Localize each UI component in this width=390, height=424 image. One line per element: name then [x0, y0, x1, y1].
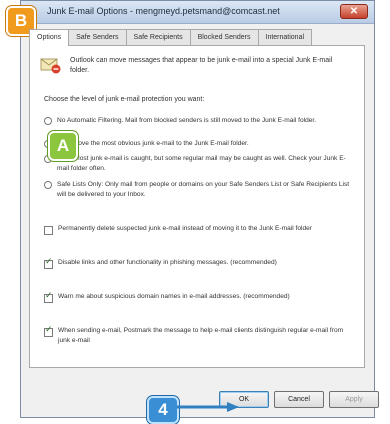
- level-safe-lists-only-label: Safe Lists Only: Only mail from people o…: [57, 181, 350, 198]
- postmark-label: When sending e-mail, Postmark the messag…: [58, 327, 344, 344]
- tab-international[interactable]: International: [257, 29, 313, 45]
- checkbox-permanently-delete[interactable]: [44, 226, 53, 235]
- apply-button[interactable]: Apply: [329, 391, 379, 408]
- level-no-filtering[interactable]: No Automatic Filtering. Mail from blocke…: [44, 116, 356, 126]
- checkbox-warn-domains[interactable]: [44, 292, 53, 303]
- tab-blocked-senders[interactable]: Blocked Senders: [189, 29, 259, 45]
- protection-level-label: Choose the level of junk e-mail protecti…: [44, 96, 205, 103]
- radio-no-filtering[interactable]: [44, 117, 52, 125]
- junk-mail-envelope-icon: [40, 58, 61, 74]
- title-bar[interactable]: Junk E-mail Options - mengmeyd.petsmand@…: [21, 1, 374, 24]
- tab-safe-recipients[interactable]: Safe Recipients: [125, 29, 191, 45]
- callout-a: A: [48, 131, 78, 161]
- level-low-label: Low: Move the most obvious junk e-mail t…: [57, 140, 249, 147]
- tab-safe-senders[interactable]: Safe Senders: [68, 29, 127, 45]
- checkbox-postmark[interactable]: [44, 326, 53, 337]
- tab-strip: Options Safe Senders Safe Recipients Blo…: [29, 29, 313, 46]
- level-no-filtering-label: No Automatic Filtering. Mail from blocke…: [57, 117, 317, 124]
- level-low[interactable]: Low: Move the most obvious junk e-mail t…: [44, 139, 356, 149]
- radio-safe-lists-only[interactable]: [44, 181, 52, 189]
- disable-links-label: Disable links and other functionality in…: [58, 259, 277, 266]
- level-high[interactable]: High: Most junk e-mail is caught, but so…: [44, 154, 356, 173]
- junk-email-options-dialog: Junk E-mail Options - mengmeyd.petsmand@…: [20, 0, 375, 418]
- cancel-button[interactable]: Cancel: [274, 391, 324, 408]
- warn-domains-label: Warn me about suspicious domain names in…: [58, 293, 290, 300]
- option-warn-domains[interactable]: Warn me about suspicious domain names in…: [44, 292, 356, 303]
- callout-step-4: 4: [147, 396, 179, 424]
- level-safe-lists-only[interactable]: Safe Lists Only: Only mail from people o…: [44, 180, 356, 199]
- option-disable-links[interactable]: Disable links and other functionality in…: [44, 258, 356, 269]
- checkbox-disable-links[interactable]: [44, 258, 53, 269]
- level-high-label: High: Most junk e-mail is caught, but so…: [57, 155, 346, 172]
- arrow-right-icon: [177, 402, 239, 412]
- option-postmark[interactable]: When sending e-mail, Postmark the messag…: [44, 326, 356, 345]
- close-button[interactable]: ✕: [340, 4, 368, 19]
- permanently-delete-label: Permanently delete suspected junk e-mail…: [58, 225, 312, 232]
- options-panel: Outlook can move messages that appear to…: [29, 45, 365, 368]
- option-permanently-delete[interactable]: Permanently delete suspected junk e-mail…: [44, 224, 356, 235]
- close-icon: ✕: [349, 6, 359, 17]
- window-title: Junk E-mail Options - mengmeyd.petsmand@…: [47, 6, 280, 16]
- intro-text: Outlook can move messages that appear to…: [70, 57, 333, 74]
- tab-options[interactable]: Options: [29, 29, 70, 46]
